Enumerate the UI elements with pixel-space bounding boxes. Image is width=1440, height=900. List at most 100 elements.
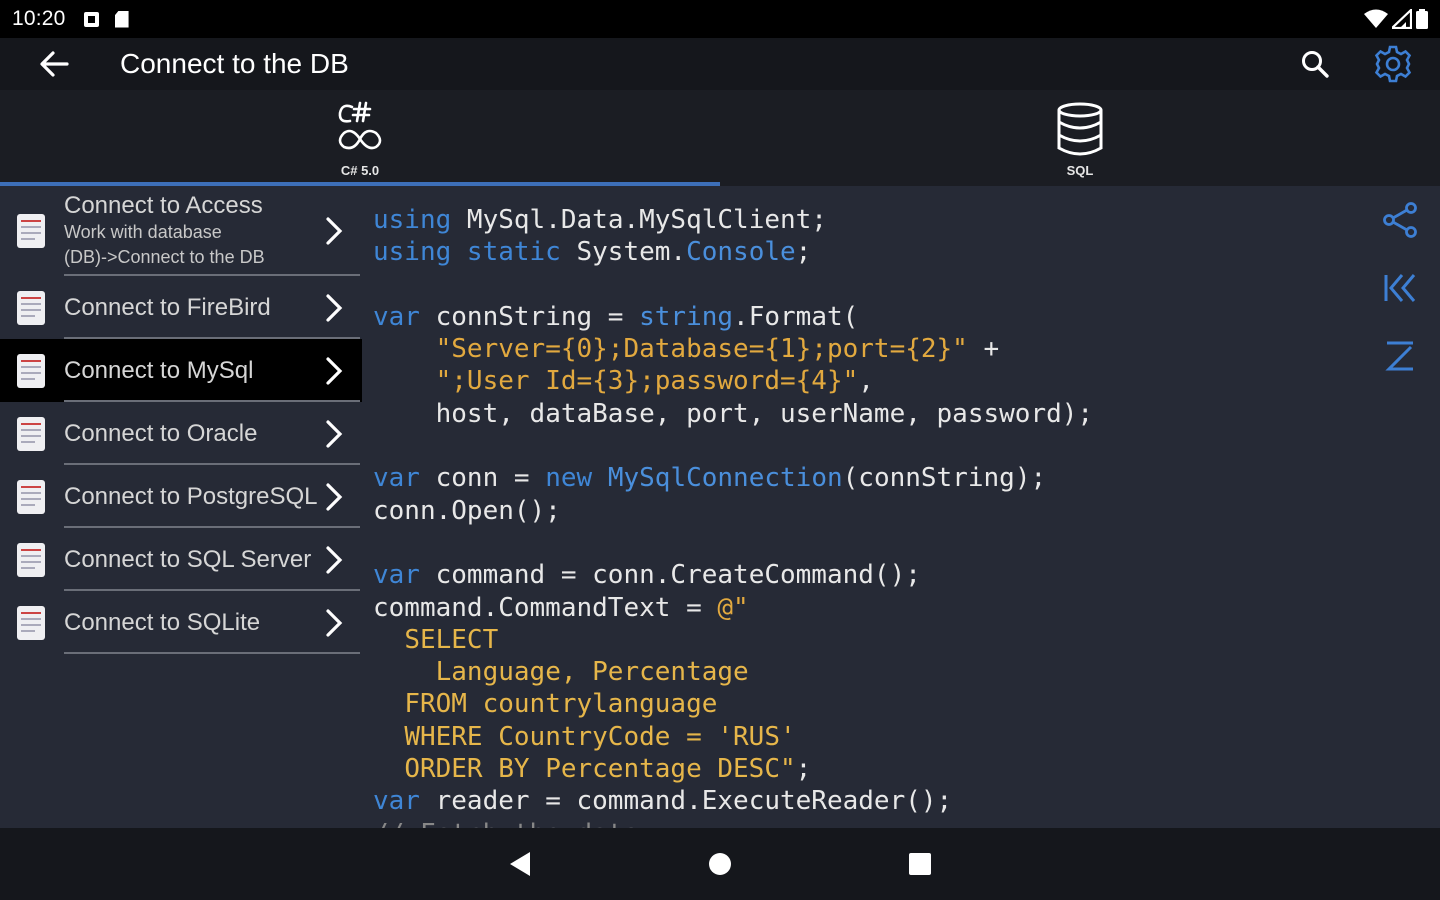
nav-home-button[interactable] xyxy=(695,839,745,889)
tab-label: C# 5.0 xyxy=(340,163,380,178)
list-divider xyxy=(64,652,360,654)
sd-card-icon xyxy=(114,10,129,28)
first-page-icon xyxy=(1384,274,1416,302)
code-text: conn.Open(); xyxy=(373,495,561,526)
document-icon xyxy=(17,605,45,640)
code-block: using MySql.Data.MySqlClient; using stat… xyxy=(373,204,1360,828)
chevron-right-icon xyxy=(320,603,348,643)
list-item-title: Connect to SQL Server xyxy=(64,545,312,573)
status-time: 10:20 xyxy=(12,7,66,30)
chevron-right-icon xyxy=(320,351,348,391)
list-item-connect-oracle[interactable]: Connect to Oracle xyxy=(0,402,362,465)
settings-button[interactable] xyxy=(1368,39,1418,89)
status-bar: 10:20 xyxy=(0,0,1440,38)
code-sql: SELECT xyxy=(404,624,499,655)
action-rail xyxy=(1360,186,1440,828)
scroll-to-start-button[interactable] xyxy=(1376,266,1424,310)
tab-csharp[interactable]: C# 5.0 xyxy=(0,90,720,186)
code-type: string xyxy=(639,301,734,332)
triangle-back-icon xyxy=(510,852,530,876)
square-recents-icon xyxy=(909,853,931,875)
list-item-title: Connect to Oracle xyxy=(64,419,258,447)
code-text: ; xyxy=(795,237,812,268)
code-comment: // Fetch the data xyxy=(373,819,639,828)
list-item-path: (DB)->Connect to the DB xyxy=(64,247,265,267)
csharp-logo-icon xyxy=(338,101,382,150)
database-icon xyxy=(1057,102,1103,156)
code-text: (connString); xyxy=(842,463,1047,494)
document-icon xyxy=(17,290,45,325)
code-string: @" xyxy=(717,592,749,623)
tab-sql[interactable]: SQL xyxy=(720,90,1440,186)
nav-recents-button[interactable] xyxy=(895,839,945,889)
code-sql: WHERE CountryCode = 'RUS' xyxy=(404,721,796,752)
scroll-to-end-button[interactable] xyxy=(1376,334,1424,378)
code-keyword: var xyxy=(373,560,420,591)
list-item-connect-access[interactable]: Connect to Access Work with database (DB… xyxy=(0,186,362,276)
chevron-right-icon xyxy=(320,540,348,580)
code-keyword: new xyxy=(545,463,593,494)
list-item-title: Connect to Access xyxy=(64,192,263,219)
search-button[interactable] xyxy=(1290,39,1340,89)
nav-back-button[interactable] xyxy=(495,839,545,889)
code-text: , xyxy=(858,366,874,397)
document-icon xyxy=(17,214,45,248)
code-type: MySqlConnection xyxy=(607,463,843,494)
page-title: Connect to the DB xyxy=(120,48,349,79)
app-toolbar: Connect to the DB xyxy=(0,38,1440,90)
list-item-connect-firebird[interactable]: Connect to FireBird xyxy=(0,276,362,339)
code-text: MySql.Data.MySqlClient; xyxy=(451,205,827,235)
code-keyword: var xyxy=(373,786,420,817)
document-icon xyxy=(17,416,45,451)
battery-icon xyxy=(1416,9,1428,29)
system-nav-bar xyxy=(0,828,1440,900)
code-keyword: var xyxy=(373,463,420,494)
list-item-connect-sql-server[interactable]: Connect to SQL Server xyxy=(0,528,362,591)
code-string: "Server={0};Database={1};port={2}" xyxy=(435,334,968,365)
code-keyword: var xyxy=(373,301,420,332)
list-item-title: Connect to PostgreSQL xyxy=(64,482,318,510)
search-icon xyxy=(1302,51,1329,78)
code-viewer[interactable]: using MySql.Data.MySqlClient; using stat… xyxy=(362,186,1360,828)
code-text: .Format( xyxy=(733,301,859,332)
share-button[interactable] xyxy=(1376,198,1424,242)
code-sql: ORDER BY Percentage DESC" xyxy=(404,754,796,785)
code-text: + xyxy=(967,334,1000,365)
signal-icon xyxy=(1392,9,1412,29)
list-item-title: Connect to SQLite xyxy=(64,608,261,636)
list-item-connect-mysql[interactable]: Connect to MySql xyxy=(0,339,362,402)
last-page-icon xyxy=(1385,341,1413,371)
chevron-right-icon xyxy=(320,477,348,517)
code-text: command.CommandText = xyxy=(373,592,718,623)
list-item-connect-postgresql[interactable]: Connect to PostgreSQL xyxy=(0,465,362,528)
chevron-right-icon xyxy=(320,414,348,454)
document-icon xyxy=(17,542,45,577)
code-text: ; xyxy=(795,754,812,785)
document-icon xyxy=(17,353,45,388)
arrow-left-icon xyxy=(40,51,69,77)
code-text: conn = xyxy=(419,463,546,494)
status-indicators xyxy=(1364,9,1428,29)
list-item-title: Connect to FireBird xyxy=(64,293,271,321)
code-type: Console xyxy=(686,237,796,268)
code-text: command = conn.CreateCommand(); xyxy=(419,560,921,591)
list-item-subtitle: Work with database xyxy=(64,222,222,242)
code-keyword: using xyxy=(373,205,452,235)
code-text: host, dataBase, port, userName, password… xyxy=(435,398,1094,429)
chevron-right-icon xyxy=(320,211,348,251)
share-icon xyxy=(1383,202,1417,238)
code-sql: Language, Percentage xyxy=(435,657,749,688)
list-item-connect-sqlite[interactable]: Connect to SQLite xyxy=(0,591,362,654)
tab-bar: C# 5.0 SQL xyxy=(0,90,1440,186)
tab-label: SQL xyxy=(1066,163,1094,178)
back-button[interactable] xyxy=(26,38,82,90)
chevron-right-icon xyxy=(320,288,348,328)
gear-icon xyxy=(1374,45,1412,83)
wifi-icon xyxy=(1364,9,1388,28)
code-keyword: using static xyxy=(373,237,561,268)
code-text: System. xyxy=(560,237,687,268)
code-sql: FROM countrylanguage xyxy=(404,689,718,720)
code-string: ";User Id={3};password={4}" xyxy=(435,366,859,397)
code-text: reader = command.ExecuteReader(); xyxy=(419,786,953,817)
document-icon xyxy=(17,479,45,514)
